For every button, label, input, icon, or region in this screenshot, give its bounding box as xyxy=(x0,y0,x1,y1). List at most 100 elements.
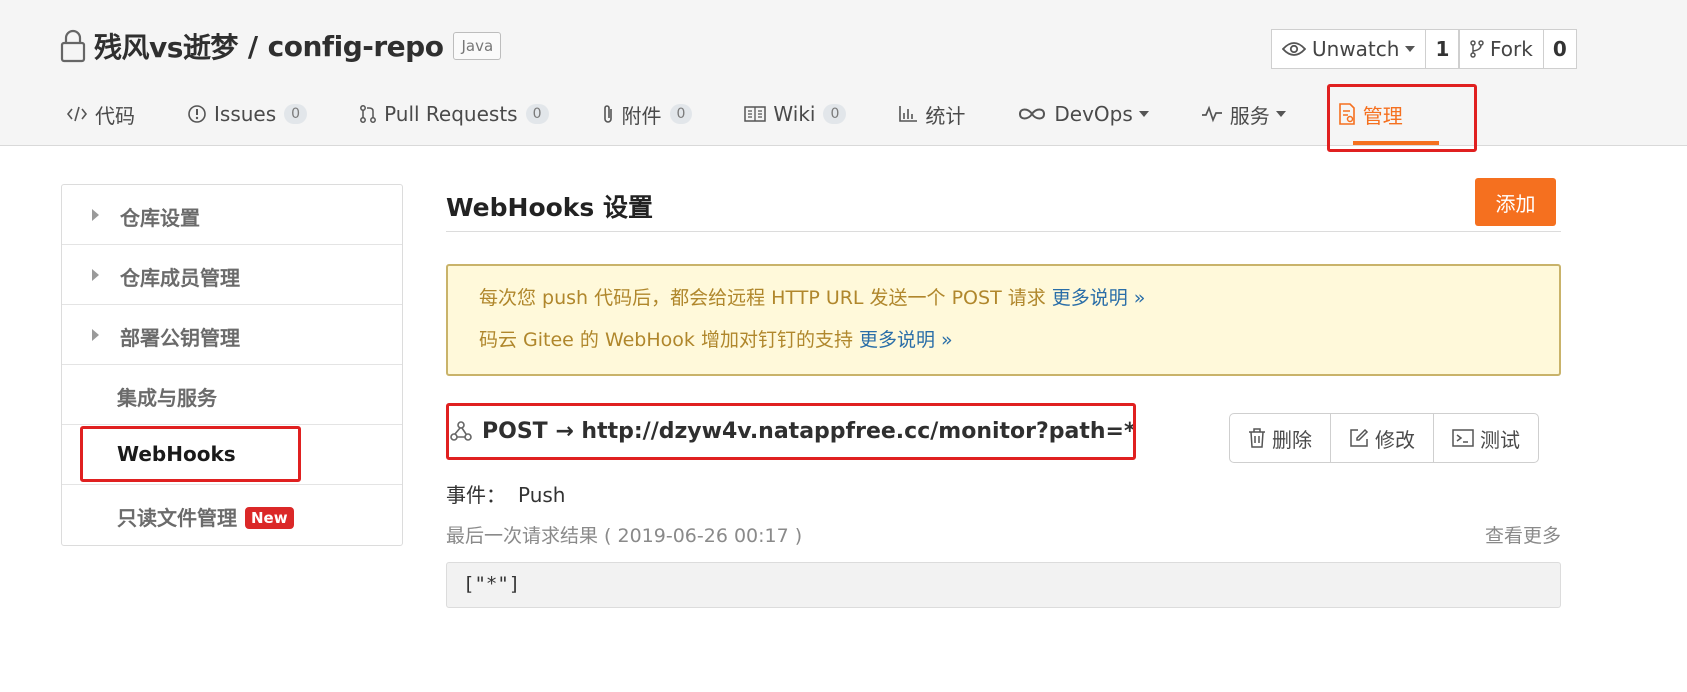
chevron-down-icon xyxy=(1275,111,1286,117)
unwatch-label: Unwatch xyxy=(1312,37,1400,61)
tab-services[interactable]: 服务 xyxy=(1201,96,1286,132)
language-badge: Java xyxy=(453,32,502,60)
tab-label: 代码 xyxy=(95,103,135,128)
caret-right-icon xyxy=(92,329,99,341)
more-info-link[interactable]: 更多说明 » xyxy=(859,329,953,351)
sidebar-item-label: 集成与服务 xyxy=(117,386,217,410)
sidebar-item-label: 仓库成员管理 xyxy=(120,266,240,290)
request-result: ["*"] xyxy=(446,562,1561,608)
count-badge: 0 xyxy=(525,104,549,124)
chevron-down-icon xyxy=(1405,46,1416,52)
see-more-link[interactable]: 查看更多 xyxy=(1485,521,1561,548)
event-label: 事件： xyxy=(446,483,506,507)
repo-separator: / xyxy=(247,29,258,63)
sidebar-item-integrations[interactable]: 集成与服务 xyxy=(62,365,402,425)
settings-doc-icon xyxy=(1338,103,1356,125)
pull-request-icon xyxy=(359,104,377,124)
sidebar-item-label: 仓库设置 xyxy=(120,206,200,230)
info-notice: 每次您 push 代码后，都会给远程 HTTP URL 发送一个 POST 请求… xyxy=(446,264,1561,376)
fork-button[interactable]: Fork xyxy=(1459,29,1544,69)
tab-label: 服务 xyxy=(1229,103,1270,128)
bar-chart-icon xyxy=(898,105,918,123)
edit-label: 修改 xyxy=(1375,427,1415,452)
sidebar-item-readonly-files[interactable]: 只读文件管理 New xyxy=(62,485,402,545)
more-info-link[interactable]: 更多说明 » xyxy=(1052,287,1146,309)
notice-line: 码云 Gitee 的 WebHook 增加对钉钉的支持 更多说明 » xyxy=(479,328,1559,370)
active-tab-indicator xyxy=(1353,141,1439,145)
webhook-entry: POST → http://dzyw4v.natappfree.cc/monit… xyxy=(450,415,1135,447)
tab-wiki[interactable]: Wiki 0 xyxy=(744,96,847,132)
sidebar-item-deploy-keys[interactable]: 部署公钥管理 xyxy=(62,305,402,365)
tab-label: 统计 xyxy=(925,103,966,128)
tab-manage[interactable]: 管理 xyxy=(1338,96,1403,132)
watch-group: Unwatch 1 xyxy=(1271,29,1460,69)
repo-owner-link[interactable]: 残风vs逝梦 xyxy=(94,26,238,66)
tab-label: Pull Requests xyxy=(384,102,518,126)
last-request-info: 最后一次请求结果 ( 2019-06-26 00:17 ) xyxy=(446,525,803,547)
lock-icon xyxy=(60,29,86,63)
repo-name-link[interactable]: config-repo xyxy=(268,30,444,63)
terminal-icon xyxy=(1452,429,1474,447)
new-badge: New xyxy=(245,507,294,529)
sidebar-item-members[interactable]: 仓库成员管理 xyxy=(62,245,402,305)
tab-pull-requests[interactable]: Pull Requests 0 xyxy=(359,96,549,132)
notice-text: 每次您 push 代码后，都会给远程 HTTP URL 发送一个 POST 请求 xyxy=(479,287,1046,309)
tab-label: 附件 xyxy=(621,103,662,128)
fork-label: Fork xyxy=(1490,37,1533,61)
tab-label: Wiki xyxy=(773,102,816,126)
infinity-icon xyxy=(1017,106,1047,122)
test-button[interactable]: 测试 xyxy=(1434,414,1538,462)
sidebar-item-label: 只读文件管理 xyxy=(117,506,237,530)
fork-icon xyxy=(1470,40,1484,58)
repo-header: 残风vs逝梦 / config-repo Java Unwatch 1 Fork… xyxy=(0,0,1687,146)
add-webhook-button[interactable]: 添加 xyxy=(1475,178,1556,226)
tab-devops[interactable]: DevOps xyxy=(1017,96,1149,132)
webhook-event: 事件： Push xyxy=(446,479,565,508)
eye-icon xyxy=(1282,41,1306,57)
webhook-icon xyxy=(450,420,472,442)
repo-nav: 代码 Issues 0 Pull Requests 0 附件 0 Wiki 0 … xyxy=(66,96,1455,146)
paperclip-icon xyxy=(601,103,615,125)
sidebar-item-label-wrap: 只读文件管理 New xyxy=(117,502,294,531)
code-icon xyxy=(66,105,88,123)
sidebar-item-webhooks[interactable]: WebHooks xyxy=(62,425,402,485)
settings-sidebar: 仓库设置 仓库成员管理 部署公钥管理 集成与服务 WebHooks 只读文件管理… xyxy=(61,184,403,546)
delete-button[interactable]: 删除 xyxy=(1230,414,1331,462)
unwatch-button[interactable]: Unwatch xyxy=(1271,29,1427,69)
title-divider xyxy=(446,231,1561,232)
watch-count[interactable]: 1 xyxy=(1426,29,1460,69)
trash-icon xyxy=(1248,428,1266,448)
notice-line: 每次您 push 代码后，都会给远程 HTTP URL 发送一个 POST 请求… xyxy=(479,286,1559,328)
tab-label: DevOps xyxy=(1054,102,1133,126)
pulse-icon xyxy=(1201,105,1223,123)
tab-code[interactable]: 代码 xyxy=(66,96,135,132)
chevron-down-icon xyxy=(1138,111,1149,117)
edit-button[interactable]: 修改 xyxy=(1331,414,1434,462)
event-value: Push xyxy=(518,483,566,507)
sidebar-item-label: 部署公钥管理 xyxy=(120,326,240,350)
caret-right-icon xyxy=(92,209,99,221)
count-badge: 0 xyxy=(669,104,693,124)
webhook-url[interactable]: POST → http://dzyw4v.natappfree.cc/monit… xyxy=(482,419,1135,444)
tab-statistics[interactable]: 统计 xyxy=(898,96,965,132)
tab-attachments[interactable]: 附件 0 xyxy=(601,96,693,132)
fork-count[interactable]: 0 xyxy=(1543,29,1577,69)
count-badge: 0 xyxy=(284,104,308,124)
issue-icon xyxy=(187,104,207,124)
sidebar-item-label: WebHooks xyxy=(117,442,236,466)
sidebar-item-repo-settings[interactable]: 仓库设置 xyxy=(62,185,402,245)
edit-icon xyxy=(1349,428,1369,448)
test-label: 测试 xyxy=(1480,427,1520,452)
tab-label: 管理 xyxy=(1362,103,1403,128)
tab-label: Issues xyxy=(214,102,277,126)
page-title: WebHooks 设置 xyxy=(446,193,654,222)
delete-label: 删除 xyxy=(1272,427,1312,452)
notice-text: 码云 Gitee 的 WebHook 增加对钉钉的支持 xyxy=(479,329,853,351)
fork-group: Fork 0 xyxy=(1459,29,1577,69)
tab-issues[interactable]: Issues 0 xyxy=(187,96,308,132)
webhook-actions: 删除 修改 测试 xyxy=(1229,413,1539,463)
repo-title: 残风vs逝梦 / config-repo Java xyxy=(60,26,502,66)
caret-right-icon xyxy=(92,269,99,281)
book-icon xyxy=(744,105,767,123)
count-badge: 0 xyxy=(823,104,847,124)
